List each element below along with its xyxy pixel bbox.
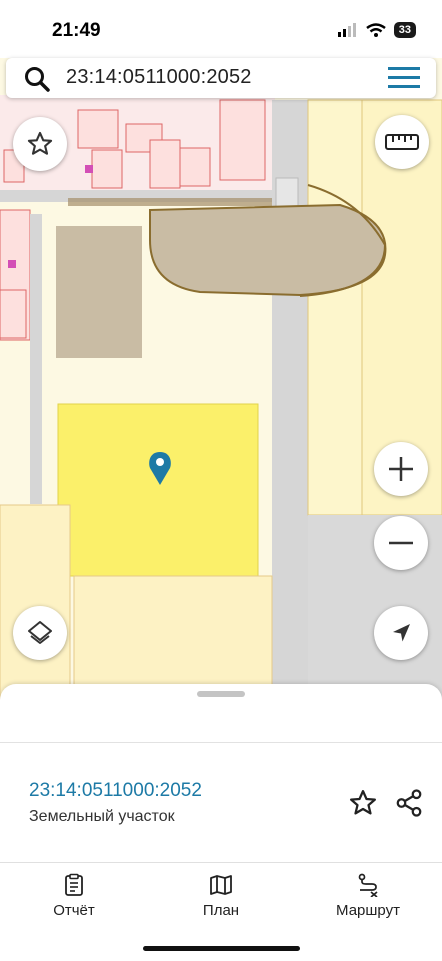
plus-icon bbox=[389, 457, 413, 481]
sheet-drag-handle[interactable] bbox=[197, 691, 245, 697]
share-icon[interactable] bbox=[394, 788, 424, 818]
search-icon[interactable] bbox=[24, 66, 50, 92]
zoom-out-button[interactable] bbox=[374, 516, 428, 570]
layers-button[interactable] bbox=[13, 606, 67, 660]
navigation-arrow-icon bbox=[393, 624, 410, 642]
tab-route-label: Маршрут bbox=[336, 902, 400, 919]
tab-report-label: Отчёт bbox=[53, 902, 95, 919]
wifi-icon bbox=[365, 23, 386, 37]
search-query[interactable]: 23:14:0511000:2052 bbox=[66, 66, 252, 89]
tab-plan-label: План bbox=[202, 902, 240, 919]
tab-route[interactable]: Маршрут bbox=[313, 873, 423, 919]
battery-level: 33 bbox=[393, 22, 416, 38]
zoom-in-button[interactable] bbox=[374, 442, 428, 496]
object-bottom-sheet[interactable]: 23:14:0511000:2052 Земельный участок bbox=[0, 684, 442, 862]
map-icon bbox=[210, 875, 232, 895]
status-bar: 21:49 33 bbox=[0, 0, 442, 58]
clipboard-icon bbox=[65, 873, 83, 896]
route-icon bbox=[358, 873, 378, 897]
tab-report[interactable]: Отчёт bbox=[19, 873, 129, 919]
bottom-tab-bar: Отчёт План Маршрут bbox=[0, 862, 442, 961]
cadastral-map[interactable] bbox=[0, 0, 442, 700]
layers-icon bbox=[28, 621, 52, 644]
search-bar[interactable]: 23:14:0511000:2052 bbox=[6, 58, 436, 98]
ruler-button[interactable] bbox=[375, 115, 429, 169]
cadastral-number[interactable]: 23:14:0511000:2052 bbox=[29, 780, 202, 802]
hamburger-menu-icon[interactable] bbox=[388, 67, 420, 89]
status-time: 21:49 bbox=[52, 20, 101, 41]
sheet-divider bbox=[0, 742, 442, 743]
object-type: Земельный участок bbox=[29, 808, 175, 825]
star-icon bbox=[27, 131, 53, 155]
map-canvas[interactable] bbox=[0, 0, 442, 700]
home-indicator bbox=[143, 946, 300, 951]
minus-icon bbox=[389, 541, 413, 545]
ruler-icon bbox=[385, 134, 419, 150]
star-icon[interactable] bbox=[348, 788, 378, 818]
cellular-signal-icon bbox=[337, 23, 356, 37]
favorite-button[interactable] bbox=[13, 117, 67, 171]
locate-button[interactable] bbox=[374, 606, 428, 660]
status-icons: 33 bbox=[337, 22, 416, 38]
tab-plan[interactable]: План bbox=[166, 873, 276, 919]
